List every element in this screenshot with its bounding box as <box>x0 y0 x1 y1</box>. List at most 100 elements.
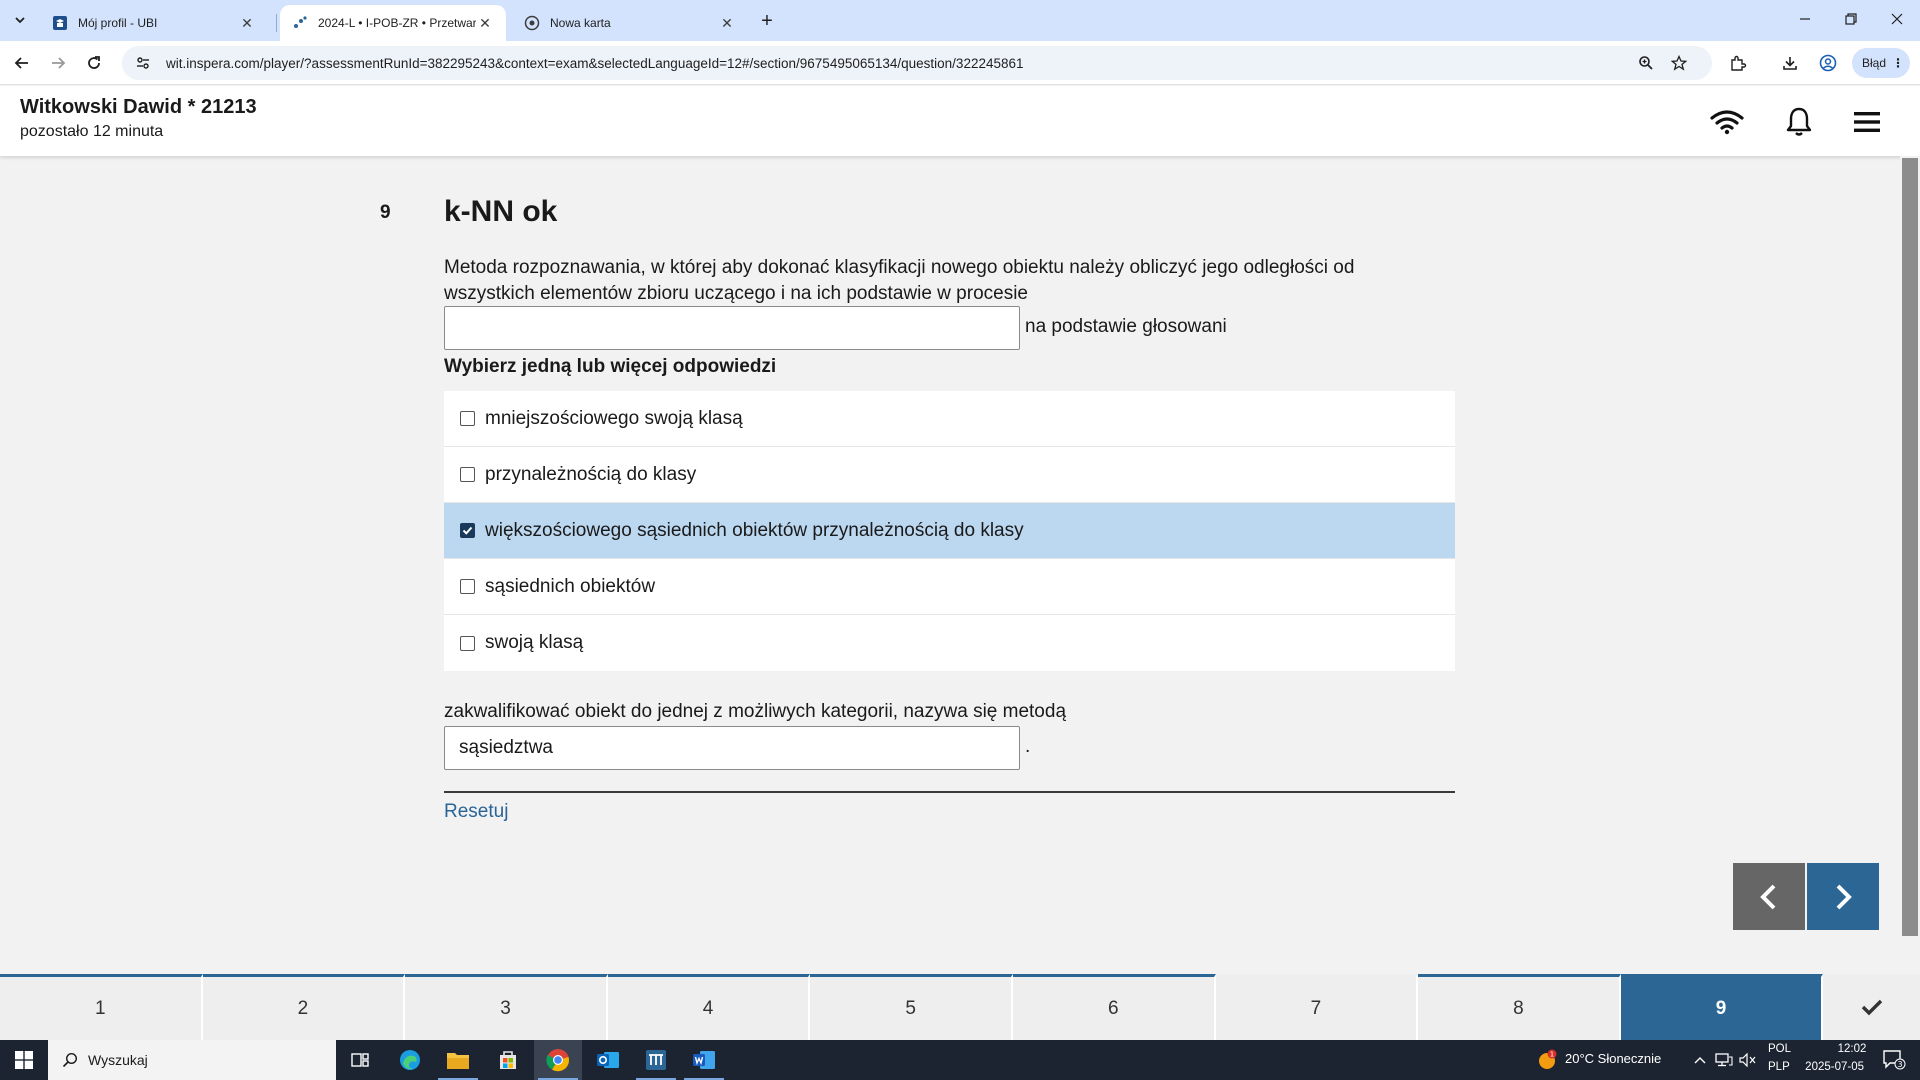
page-scrollbar-thumb[interactable] <box>1902 158 1918 936</box>
sentence-period: . <box>1025 736 1031 757</box>
answer-option[interactable]: przynależnością do klasy <box>444 447 1455 503</box>
question-nav-item-7[interactable]: 7 <box>1215 974 1419 1040</box>
question-nav-item-9-current[interactable]: 9 <box>1620 974 1824 1040</box>
bell-icon[interactable] <box>1780 103 1818 141</box>
question-nav-item-8[interactable]: 8 <box>1418 974 1621 1040</box>
bookmark-star-icon[interactable] <box>1665 49 1693 77</box>
close-window-icon[interactable] <box>1874 0 1920 38</box>
minimize-window-icon[interactable] <box>1782 0 1828 38</box>
address-bar[interactable]: wit.inspera.com/player/?assessmentRunId=… <box>122 46 1712 80</box>
answer-option[interactable]: swoją klasą <box>444 615 1455 671</box>
windows-start-icon[interactable] <box>0 1040 48 1080</box>
checkmark-icon <box>1861 999 1882 1016</box>
tab-title: Nowa karta <box>550 16 611 30</box>
close-tab-icon[interactable]: ✕ <box>476 14 494 32</box>
answer-option-selected[interactable]: większościowego sąsiednich obiektów przy… <box>444 503 1455 559</box>
blank-answer-input[interactable] <box>444 306 1020 350</box>
search-placeholder: Wyszukaj <box>88 1052 148 1068</box>
answer-option[interactable]: sąsiednich obiektów <box>444 559 1455 615</box>
checkbox-unchecked-icon[interactable] <box>460 579 475 594</box>
microsoft-store-icon[interactable] <box>484 1040 532 1080</box>
tab-inspera-exam[interactable]: 2024-L • I-POB-ZR • Przetwarza ✕ <box>280 5 506 41</box>
kebab-menu-icon: ⋮ <box>1892 56 1904 70</box>
file-explorer-icon[interactable] <box>434 1040 482 1080</box>
notifications-icon[interactable]: 3 <box>1880 1050 1908 1070</box>
task-view-icon[interactable] <box>336 1040 384 1080</box>
answer-options-list: mniejszościowego swoją klasą przynależno… <box>444 391 1455 671</box>
option-label: większościowego sąsiednich obiektów przy… <box>485 519 1024 541</box>
keyboard-layout[interactable]: PLP <box>1768 1061 1790 1073</box>
outlook-icon[interactable] <box>584 1040 632 1080</box>
finish-exam-button[interactable] <box>1823 974 1920 1040</box>
option-label: przynależnością do klasy <box>485 463 697 485</box>
weather-text[interactable]: 20°C Słonecznie <box>1565 1051 1661 1066</box>
method-answer-input[interactable] <box>444 726 1020 770</box>
extensions-puzzle-icon[interactable] <box>1724 49 1752 77</box>
tab-new-tab[interactable]: Nowa karta ✕ <box>512 5 748 41</box>
exam-header: Witkowski Dawid * 21213 pozostało 12 min… <box>0 86 1920 156</box>
wifi-icon[interactable] <box>1708 103 1746 141</box>
browser-toolbar: wit.inspera.com/player/?assessmentRunId=… <box>0 41 1920 85</box>
reset-link[interactable]: Resetuj <box>444 801 508 823</box>
tab-separator <box>276 14 277 32</box>
edge-browser-icon[interactable] <box>386 1040 434 1080</box>
checkbox-unchecked-icon[interactable] <box>460 411 475 426</box>
keyboard-language[interactable]: POL <box>1768 1043 1791 1055</box>
profile-icon[interactable] <box>1814 49 1842 77</box>
restore-window-icon[interactable] <box>1828 0 1874 38</box>
svg-text:3: 3 <box>1897 1060 1902 1069</box>
downloads-icon[interactable] <box>1776 49 1804 77</box>
network-icon[interactable] <box>1714 1050 1734 1070</box>
question-title: k-NN ok <box>444 195 558 228</box>
search-icon <box>62 1052 78 1068</box>
chrome-globe-icon <box>524 15 540 31</box>
question-nav-item-6[interactable]: 6 <box>1012 974 1216 1040</box>
tab-title: 2024-L • I-POB-ZR • Przetwarza <box>318 16 476 30</box>
hamburger-menu-icon[interactable] <box>1848 103 1886 141</box>
close-tab-icon[interactable]: ✕ <box>238 14 256 32</box>
chrome-icon[interactable] <box>534 1040 582 1080</box>
question-text-part2: zakwalifikować obiekt do jednej z możliw… <box>444 701 1067 722</box>
tab-ubi-profile[interactable]: Mój profil - UBI ✕ <box>40 5 268 41</box>
candidate-name: Witkowski Dawid * 21213 <box>20 96 257 118</box>
question-nav-item-4[interactable]: 4 <box>607 974 811 1040</box>
clock-time[interactable]: 12:02 <box>1820 1043 1884 1055</box>
clock-date[interactable]: 2025-07-05 <box>1800 1061 1864 1073</box>
taskbar-search-box[interactable]: Wyszukaj <box>48 1040 336 1080</box>
zoom-icon[interactable] <box>1632 49 1660 77</box>
reload-icon[interactable] <box>80 49 108 77</box>
volume-icon[interactable] <box>1738 1050 1758 1070</box>
checkbox-unchecked-icon[interactable] <box>460 467 475 482</box>
question-nav-item-3[interactable]: 3 <box>405 974 608 1040</box>
show-hidden-icons-chevron-icon[interactable] <box>1690 1050 1710 1070</box>
url-text[interactable]: wit.inspera.com/player/?assessmentRunId=… <box>166 56 1024 71</box>
word-icon[interactable] <box>680 1040 728 1080</box>
question-nav-item-5[interactable]: 5 <box>810 974 1013 1040</box>
error-label: Błąd <box>1862 56 1887 70</box>
question-navigation-bar: 1 2 3 4 5 6 7 8 9 <box>0 974 1920 1040</box>
checkbox-unchecked-icon[interactable] <box>460 635 475 651</box>
new-tab-plus-icon[interactable]: + <box>754 8 780 34</box>
weather-sun-icon[interactable]: 1 <box>1535 1049 1559 1070</box>
choose-instruction: Wybierz jedną lub więcej odpowiedzi <box>444 356 777 377</box>
question-text-after-blank: na podstawie głosowani <box>1025 316 1227 337</box>
back-arrow-icon[interactable] <box>8 49 36 77</box>
inspera-app-icon[interactable] <box>632 1040 680 1080</box>
question-nav-item-2[interactable]: 2 <box>202 974 406 1040</box>
answer-option[interactable]: mniejszościowego swoją klasą <box>444 391 1455 447</box>
checkbox-checked-icon[interactable] <box>460 523 475 538</box>
tab-title: Mój profil - UBI <box>78 16 158 30</box>
close-tab-icon[interactable]: ✕ <box>718 14 736 32</box>
svg-text:1: 1 <box>1550 1051 1554 1059</box>
forward-arrow-icon[interactable] <box>44 49 72 77</box>
next-question-button[interactable] <box>1807 863 1879 930</box>
chevron-right-icon <box>1836 884 1852 909</box>
browser-error-menu-button[interactable]: Błąd ⋮ <box>1852 48 1910 78</box>
previous-question-button[interactable] <box>1733 863 1805 930</box>
question-nav-item-1[interactable]: 1 <box>0 974 203 1040</box>
tab-list-chevron-icon[interactable] <box>6 7 34 33</box>
option-label: swoją klasą <box>485 632 584 653</box>
browser-tab-bar: Mój profil - UBI ✕ 2024-L • I-POB-ZR • P… <box>0 0 1920 41</box>
option-label: mniejszościowego swoją klasą <box>485 407 743 429</box>
site-info-icon[interactable] <box>128 48 158 78</box>
